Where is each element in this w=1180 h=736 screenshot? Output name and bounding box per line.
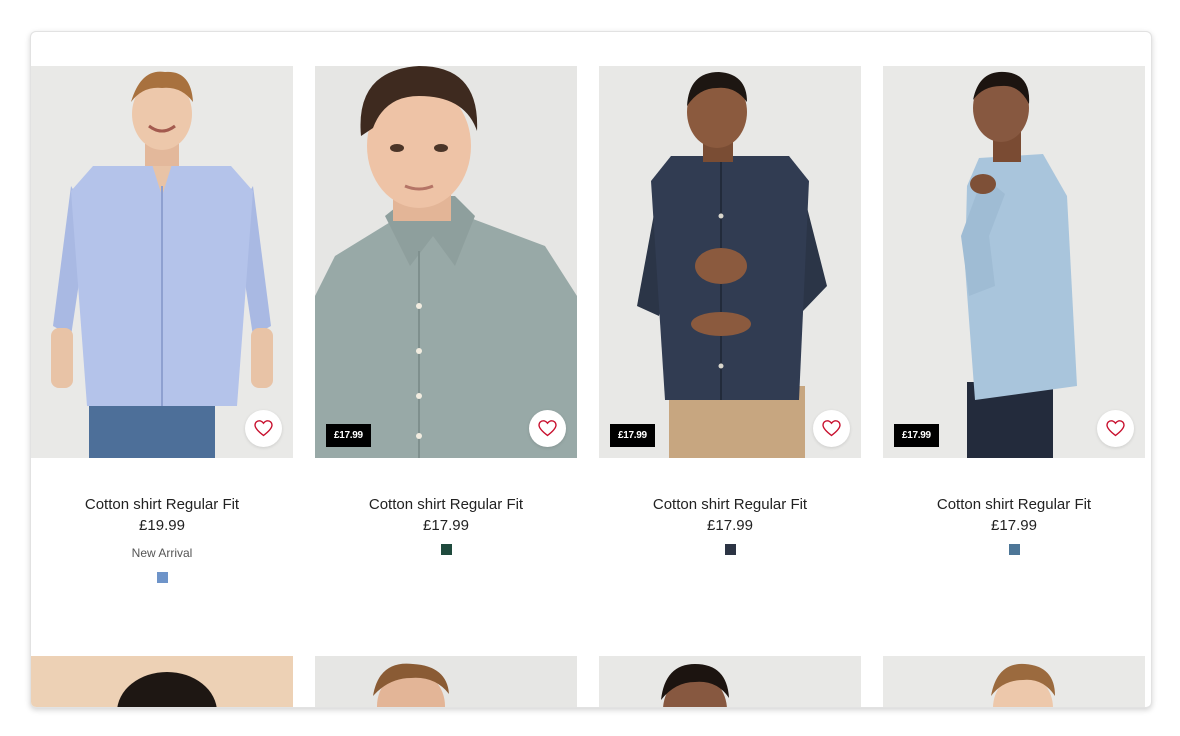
product-image[interactable] <box>31 66 293 458</box>
heart-outline-icon <box>254 420 273 437</box>
color-swatch[interactable] <box>156 572 168 583</box>
favorite-button[interactable] <box>245 410 282 447</box>
price-badge: £17.99 <box>610 424 655 447</box>
color-swatch[interactable] <box>1008 544 1020 555</box>
favorite-button[interactable] <box>1097 410 1134 447</box>
color-swatch[interactable] <box>724 544 736 555</box>
product-image[interactable]: £17.99 <box>883 66 1145 458</box>
product-card[interactable]: £17.99 Cotton shirt Regular Fit £17.99 <box>599 66 861 555</box>
product-photo-model-sage-green-shirt <box>315 66 577 458</box>
product-photo-model-navy-shirt <box>599 66 861 458</box>
product-image[interactable] <box>31 656 293 707</box>
heart-outline-icon <box>538 420 557 437</box>
new-arrival-label: New Arrival <box>131 546 193 560</box>
product-photo-partial <box>31 656 293 707</box>
product-image[interactable] <box>315 656 577 707</box>
product-grid: Cotton shirt Regular Fit £19.99 New Arri… <box>30 31 1152 708</box>
product-price: £17.99 <box>707 517 753 534</box>
product-photo-model-light-blue-shirt <box>883 66 1145 458</box>
product-image[interactable] <box>599 656 861 707</box>
product-photo-model-light-blue-striped-shirt <box>31 66 293 458</box>
product-card[interactable]: £17.99 Cotton shirt Regular Fit £17.99 <box>315 66 577 555</box>
color-swatch[interactable] <box>440 544 452 555</box>
product-title[interactable]: Cotton shirt Regular Fit <box>315 495 577 515</box>
product-photo-partial <box>315 656 577 707</box>
product-photo-partial <box>599 656 861 707</box>
heart-outline-icon <box>822 420 841 437</box>
product-title[interactable]: Cotton shirt Regular Fit <box>31 495 293 515</box>
product-price: £17.99 <box>991 517 1037 534</box>
favorite-button[interactable] <box>813 410 850 447</box>
heart-outline-icon <box>1106 420 1125 437</box>
product-price: £19.99 <box>139 517 185 534</box>
price-badge: £17.99 <box>894 424 939 447</box>
product-title[interactable]: Cotton shirt Regular Fit <box>883 495 1145 515</box>
product-card[interactable]: £17.99 Cotton shirt Regular Fit £17.99 <box>883 66 1145 555</box>
price-badge: £17.99 <box>326 424 371 447</box>
product-title[interactable]: Cotton shirt Regular Fit <box>599 495 861 515</box>
product-price: £17.99 <box>423 517 469 534</box>
favorite-button[interactable] <box>529 410 566 447</box>
product-image[interactable]: £17.99 <box>315 66 577 458</box>
product-image[interactable]: £17.99 <box>599 66 861 458</box>
product-photo-partial <box>883 656 1145 707</box>
product-card[interactable]: Cotton shirt Regular Fit £19.99 New Arri… <box>31 66 293 583</box>
product-image[interactable] <box>883 656 1145 707</box>
